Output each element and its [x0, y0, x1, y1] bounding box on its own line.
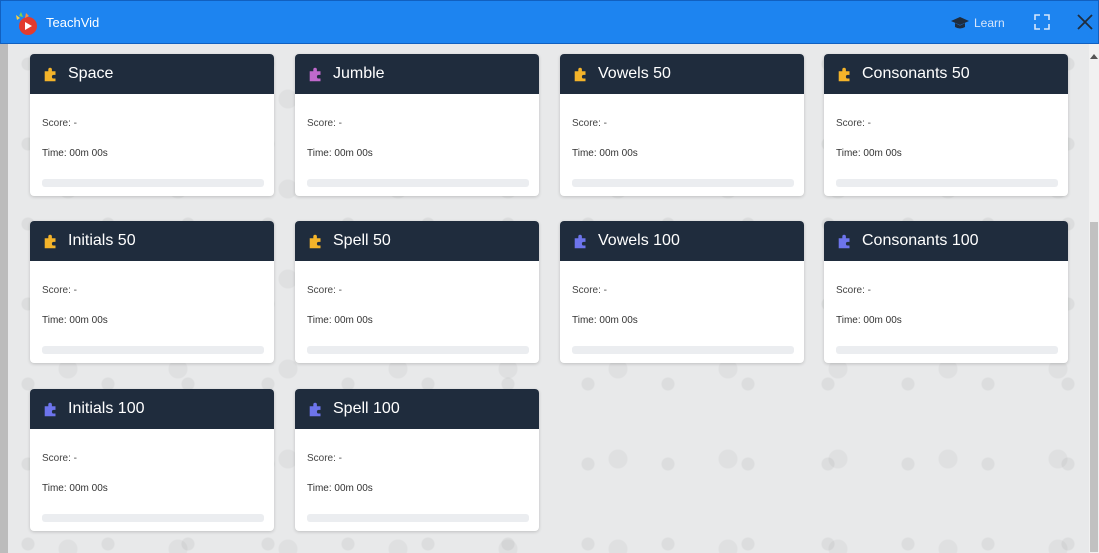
card-time: Time: 00m 00s — [572, 315, 638, 326]
card-header: Spell 100 — [295, 389, 539, 429]
card-time: Time: 00m 00s — [307, 315, 373, 326]
activity-card-consonants-100[interactable]: Consonants 100 Score: - Time: 00m 00s — [824, 221, 1068, 363]
learn-button[interactable]: Learn — [951, 13, 1005, 33]
puzzle-icon — [309, 402, 321, 417]
activity-card-jumble[interactable]: Jumble Score: - Time: 00m 00s — [295, 54, 539, 196]
card-score: Score: - — [42, 453, 78, 464]
card-time: Time: 00m 00s — [42, 483, 108, 494]
activity-card-consonants-50[interactable]: Consonants 50 Score: - Time: 00m 00s — [824, 54, 1068, 196]
card-score: Score: - — [307, 285, 343, 296]
card-progress-bar — [42, 514, 264, 522]
card-score: Score: - — [307, 118, 343, 129]
puzzle-icon — [44, 67, 56, 82]
activity-card-vowels-100[interactable]: Vowels 100 Score: - Time: 00m 00s — [560, 221, 804, 363]
window-left-edge — [0, 44, 8, 553]
card-time: Time: 00m 00s — [42, 315, 108, 326]
activity-card-space[interactable]: Space Score: - Time: 00m 00s — [30, 54, 274, 196]
activity-card-spell-100[interactable]: Spell 100 Score: - Time: 00m 00s — [295, 389, 539, 531]
card-title: Consonants 100 — [862, 232, 979, 249]
card-header: Vowels 50 — [560, 54, 804, 94]
activity-card-initials-100[interactable]: Initials 100 Score: - Time: 00m 00s — [30, 389, 274, 531]
vertical-scrollbar[interactable] — [1089, 44, 1099, 553]
scroll-thumb[interactable] — [1090, 222, 1098, 552]
card-title: Spell 50 — [333, 232, 391, 249]
card-progress-bar — [836, 346, 1058, 354]
close-icon[interactable] — [1075, 12, 1095, 32]
card-score: Score: - — [572, 118, 608, 129]
graduation-cap-icon — [951, 17, 969, 29]
card-title: Vowels 100 — [598, 232, 680, 249]
puzzle-icon — [309, 234, 321, 249]
card-header: Spell 50 — [295, 221, 539, 261]
card-score: Score: - — [307, 453, 343, 464]
activity-grid: Space Score: - Time: 00m 00s Jumble Scor… — [8, 44, 1089, 553]
card-header: Vowels 100 — [560, 221, 804, 261]
card-progress-bar — [572, 179, 794, 187]
puzzle-icon — [44, 234, 56, 249]
card-progress-bar — [307, 346, 529, 354]
app-logo-icon — [16, 12, 37, 35]
card-header: Space — [30, 54, 274, 94]
card-header: Consonants 100 — [824, 221, 1068, 261]
puzzle-icon — [44, 402, 56, 417]
card-time: Time: 00m 00s — [42, 148, 108, 159]
card-time: Time: 00m 00s — [836, 148, 902, 159]
card-title: Vowels 50 — [598, 65, 671, 82]
card-score: Score: - — [836, 285, 872, 296]
puzzle-icon — [309, 67, 321, 82]
card-title: Spell 100 — [333, 400, 400, 417]
card-progress-bar — [307, 179, 529, 187]
card-score: Score: - — [836, 118, 872, 129]
card-time: Time: 00m 00s — [572, 148, 638, 159]
card-progress-bar — [836, 179, 1058, 187]
card-progress-bar — [42, 346, 264, 354]
card-score: Score: - — [42, 118, 78, 129]
card-header: Consonants 50 — [824, 54, 1068, 94]
card-progress-bar — [307, 514, 529, 522]
fullscreen-icon[interactable] — [1033, 13, 1051, 31]
card-progress-bar — [42, 179, 264, 187]
card-time: Time: 00m 00s — [307, 483, 373, 494]
puzzle-icon — [838, 67, 850, 82]
activity-card-spell-50[interactable]: Spell 50 Score: - Time: 00m 00s — [295, 221, 539, 363]
scroll-up-arrow-icon[interactable] — [1090, 54, 1098, 59]
card-title: Initials 100 — [68, 400, 145, 417]
activity-card-vowels-50[interactable]: Vowels 50 Score: - Time: 00m 00s — [560, 54, 804, 196]
card-score: Score: - — [572, 285, 608, 296]
card-progress-bar — [572, 346, 794, 354]
card-title: Space — [68, 65, 114, 82]
card-header: Initials 100 — [30, 389, 274, 429]
app-title: TeachVid — [46, 15, 100, 30]
card-score: Score: - — [42, 285, 78, 296]
puzzle-icon — [574, 234, 586, 249]
activity-card-initials-50[interactable]: Initials 50 Score: - Time: 00m 00s — [30, 221, 274, 363]
card-time: Time: 00m 00s — [307, 148, 373, 159]
card-time: Time: 00m 00s — [836, 315, 902, 326]
card-title: Jumble — [333, 65, 385, 82]
title-bar: TeachVid Learn — [0, 0, 1099, 44]
card-header: Jumble — [295, 54, 539, 94]
card-header: Initials 50 — [30, 221, 274, 261]
puzzle-icon — [838, 234, 850, 249]
card-title: Initials 50 — [68, 232, 136, 249]
learn-label: Learn — [974, 16, 1005, 30]
card-title: Consonants 50 — [862, 65, 970, 82]
puzzle-icon — [574, 67, 586, 82]
